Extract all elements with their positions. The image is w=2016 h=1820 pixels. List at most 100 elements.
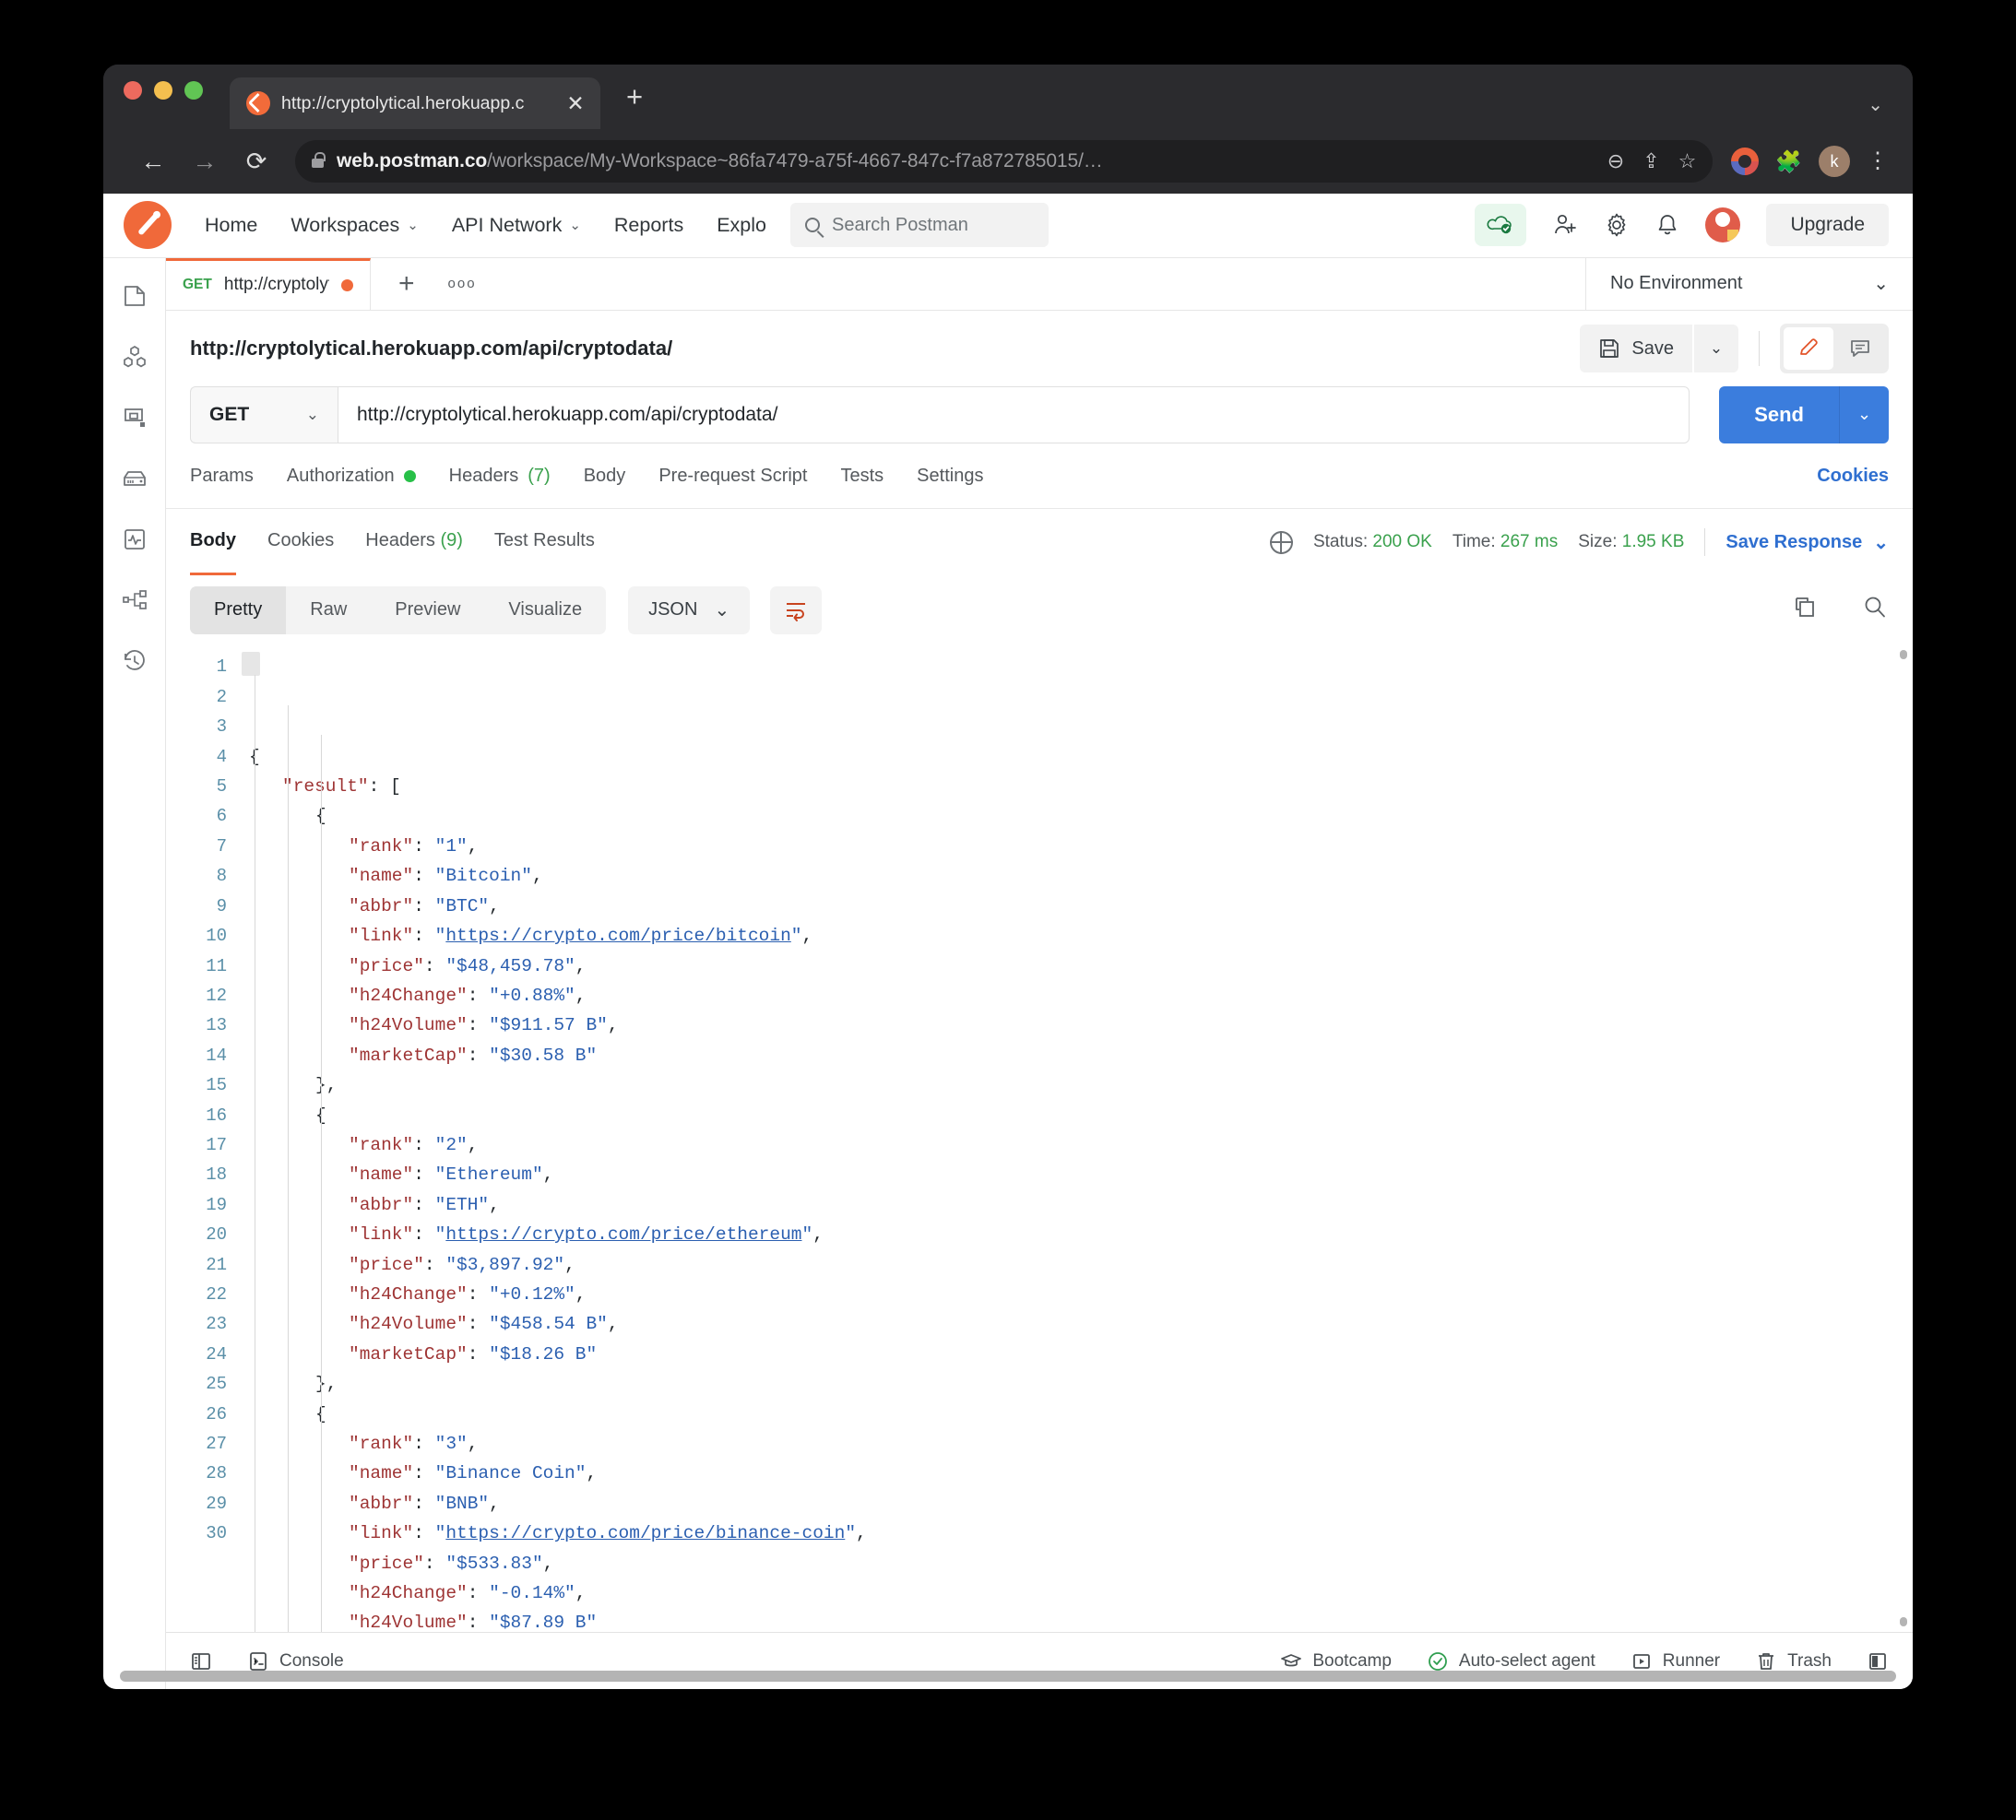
line-number: 3: [216, 716, 227, 738]
sidebar-toggle-icon: [192, 1652, 210, 1670]
tab-headers[interactable]: Headers (7): [449, 466, 551, 487]
console-button[interactable]: Console: [247, 1650, 344, 1672]
close-window-button[interactable]: [124, 81, 142, 100]
line-number: 18: [206, 1164, 227, 1186]
line-number: 12: [206, 985, 227, 1006]
response-body-viewer[interactable]: 1 2 3 4 5 6 7 8 9 10 11 12 13 14 15 16 17 18 19 20 21 22 23 24 2…: [166, 644, 1913, 1633]
view-mode-visualize[interactable]: Visualize: [484, 586, 606, 634]
comment-mode-button[interactable]: [1835, 327, 1885, 370]
nav-workspaces[interactable]: Workspaces ⌄: [291, 214, 418, 237]
request-tabbar: GET http://cryptolytical... + ooo No Env…: [166, 257, 1913, 312]
new-tab-button[interactable]: +: [626, 82, 643, 129]
chevron-down-icon[interactable]: ⌄: [1868, 93, 1883, 116]
sidebar-toggle-button[interactable]: [190, 1650, 212, 1672]
search-response-button[interactable]: [1861, 594, 1889, 626]
url-input[interactable]: [338, 385, 1690, 443]
response-tab-headers[interactable]: Headers (9): [365, 530, 463, 555]
runner-button[interactable]: Runner: [1631, 1650, 1720, 1672]
postman-logo-icon[interactable]: [124, 201, 172, 250]
browser-menu-icon[interactable]: ⋮: [1867, 149, 1889, 172]
sidebar-item-environments[interactable]: [121, 404, 148, 431]
bookmark-star-icon[interactable]: ☆: [1678, 149, 1697, 173]
settings-button[interactable]: [1604, 212, 1630, 238]
response-status: Status: 200 OK: [1313, 532, 1432, 552]
tab-pre-request-script[interactable]: Pre-request Script: [658, 466, 807, 487]
line-number: 6: [216, 806, 227, 827]
url-row: GET ⌄ Send ⌄: [166, 385, 1913, 443]
layout-panel-button[interactable]: [1867, 1650, 1889, 1672]
sync-status-button[interactable]: [1475, 204, 1527, 247]
response-tab-cookies[interactable]: Cookies: [267, 530, 334, 555]
upgrade-button[interactable]: Upgrade: [1766, 204, 1889, 247]
method-selector[interactable]: GET ⌄: [190, 385, 338, 443]
nav-api-network[interactable]: API Network ⌄: [452, 214, 581, 237]
tab-headers-label: Headers: [448, 465, 519, 486]
trash-button[interactable]: Trash: [1755, 1650, 1832, 1672]
puzzle-icon[interactable]: 🧩: [1775, 149, 1802, 174]
address-bar[interactable]: web.postman.co/workspace/My-Workspace~86…: [295, 140, 1714, 183]
save-options-button[interactable]: ⌄: [1694, 325, 1738, 373]
save-response-button[interactable]: Save Response ⌄: [1725, 531, 1889, 554]
horizontal-scrollbar[interactable]: [120, 1671, 1896, 1682]
fold-toggle[interactable]: [242, 652, 260, 677]
share-icon[interactable]: ⇪: [1642, 149, 1659, 173]
user-avatar[interactable]: [1705, 207, 1741, 243]
bootcamp-button[interactable]: Bootcamp: [1280, 1650, 1392, 1672]
send-options-button[interactable]: ⌄: [1839, 385, 1889, 443]
word-wrap-button[interactable]: [770, 585, 823, 634]
tab-tests-label: Tests: [840, 465, 884, 486]
minimize-window-button[interactable]: [154, 81, 172, 100]
sidebar-item-mock-servers[interactable]: [121, 465, 148, 492]
tab-params[interactable]: Params: [190, 466, 254, 487]
nav-home[interactable]: Home: [205, 214, 257, 237]
new-request-tab-button[interactable]: +: [398, 268, 415, 300]
response-format-selector[interactable]: JSON ⌄: [628, 585, 751, 634]
view-mode-pretty[interactable]: Pretty: [190, 585, 287, 634]
request-tab[interactable]: GET http://cryptolytical...: [166, 257, 371, 311]
tab-options-icon[interactable]: ooo: [448, 276, 477, 291]
browser-profile-avatar[interactable]: k: [1819, 146, 1850, 177]
zoom-icon[interactable]: ⊖: [1607, 149, 1624, 173]
auto-select-agent-button[interactable]: Auto-select agent: [1427, 1650, 1595, 1672]
tab-body-label: Body: [583, 465, 626, 486]
sidebar-item-monitors[interactable]: [121, 526, 148, 553]
vertical-scrollbar[interactable]: [1900, 650, 1907, 1627]
browser-tabstrip: http://cryptolytical.herokuapp.c ✕ + ⌄: [103, 65, 1913, 129]
view-mode-preview[interactable]: Preview: [371, 586, 484, 634]
nav-explore[interactable]: Explo: [717, 214, 766, 237]
cookies-link[interactable]: Cookies: [1817, 466, 1889, 487]
request-tab-method: GET: [183, 277, 212, 293]
sidebar-item-flows[interactable]: [121, 586, 148, 614]
sidebar-item-history[interactable]: [121, 647, 148, 675]
environment-selector[interactable]: No Environment ⌄: [1585, 257, 1913, 311]
reload-button[interactable]: ⟳: [231, 148, 282, 176]
save-button[interactable]: Save: [1580, 325, 1692, 373]
send-button[interactable]: Send: [1719, 385, 1839, 443]
close-tab-icon[interactable]: ✕: [563, 92, 587, 114]
sidebar-item-collections[interactable]: [121, 282, 148, 310]
edit-mode-button[interactable]: [1784, 327, 1833, 371]
response-tab-body[interactable]: Body: [190, 530, 236, 575]
search-postman-input[interactable]: Search Postman: [790, 203, 1049, 248]
back-button[interactable]: ←: [127, 148, 179, 176]
scrollbar-thumb-bottom[interactable]: [1900, 1617, 1907, 1627]
code-line: "h24Volume": "$911.57 B",: [349, 1015, 619, 1036]
notifications-button[interactable]: [1655, 212, 1679, 238]
maximize-window-button[interactable]: [184, 81, 203, 100]
nav-reports[interactable]: Reports: [614, 214, 683, 237]
tab-authorization[interactable]: Authorization: [287, 466, 416, 487]
forward-button[interactable]: →: [179, 148, 231, 176]
extension-icon[interactable]: [1731, 148, 1760, 175]
request-tab-title: http://cryptolytical...: [223, 275, 329, 295]
tab-tests[interactable]: Tests: [840, 466, 883, 487]
tab-body[interactable]: Body: [584, 466, 626, 487]
response-tab-test-results[interactable]: Test Results: [494, 530, 595, 555]
invite-button[interactable]: [1552, 212, 1578, 238]
sidebar-item-apis[interactable]: [121, 343, 148, 371]
view-mode-raw[interactable]: Raw: [286, 586, 371, 634]
browser-tab[interactable]: http://cryptolytical.herokuapp.c ✕: [230, 77, 600, 129]
tab-settings[interactable]: Settings: [917, 466, 983, 487]
scrollbar-thumb-top[interactable]: [1900, 650, 1907, 660]
copy-button[interactable]: [1791, 594, 1819, 626]
line-number: 15: [206, 1075, 227, 1096]
